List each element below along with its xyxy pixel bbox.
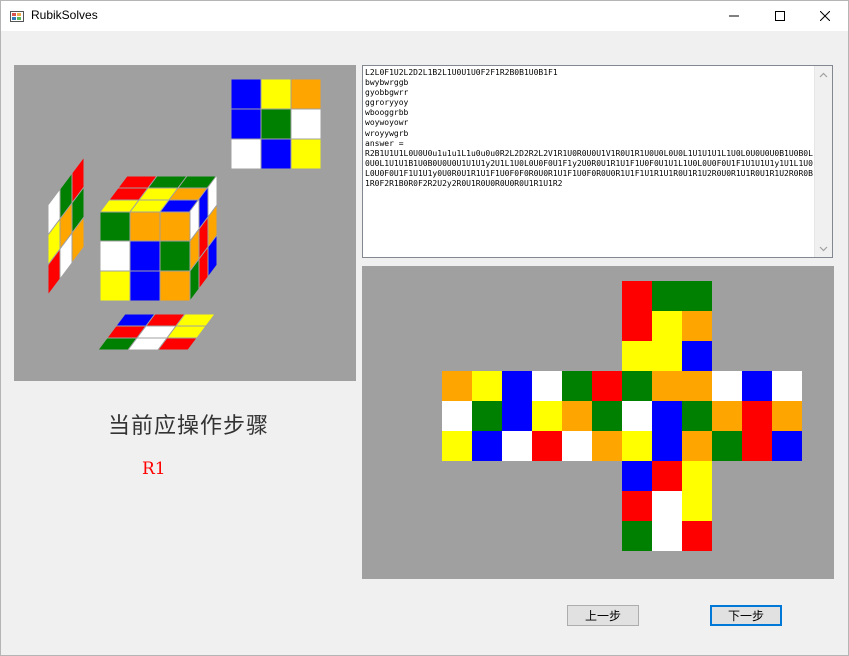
solution-output-textbox[interactable]: L2L0F1U2L2D2L1B2L1U0U1U0F2F1R2B0B1U0B1F1…	[362, 65, 833, 258]
net-right-cell-2	[682, 371, 712, 401]
maximize-icon	[775, 11, 785, 21]
cube-back-cell-2	[290, 78, 322, 110]
net-up-cell-1	[652, 281, 682, 311]
net-right-cell-4	[652, 401, 682, 431]
cube-back-cell-0	[230, 78, 262, 110]
net-front-cell-0	[532, 371, 562, 401]
cube-3d-view	[14, 65, 356, 381]
prev-step-button[interactable]: 上一步	[567, 605, 639, 626]
net-front-cell-5	[592, 401, 622, 431]
cube-front-cell-4	[129, 240, 161, 272]
net-down-cell-5	[682, 491, 712, 521]
net-left-cell-0	[442, 371, 472, 401]
app-icon	[10, 11, 24, 22]
scroll-up-button[interactable]	[815, 66, 832, 83]
net-right-cell-3	[622, 401, 652, 431]
net-down-cell-1	[652, 461, 682, 491]
title-bar: RubikSolves	[1, 1, 848, 31]
chevron-up-icon	[819, 72, 828, 77]
net-left-cell-5	[502, 401, 532, 431]
net-front-cell-4	[562, 401, 592, 431]
net-right-cell-7	[652, 431, 682, 461]
net-back-cell-4	[742, 401, 772, 431]
net-up-cell-6	[622, 341, 652, 371]
net-up-cell-2	[682, 281, 712, 311]
net-front-cell-8	[592, 431, 622, 461]
current-step-move: R1	[142, 459, 166, 479]
net-front-cell-6	[532, 431, 562, 461]
net-front-cell-2	[592, 371, 622, 401]
net-up-cell-5	[682, 311, 712, 341]
cube-net-view	[362, 266, 834, 579]
cube-back-cell-5	[290, 108, 322, 140]
net-left-cell-7	[472, 431, 502, 461]
minimize-button[interactable]	[711, 1, 757, 31]
net-right-cell-1	[652, 371, 682, 401]
net-right-cell-5	[682, 401, 712, 431]
app-window: RubikSolves L2L0F1U2L2D2L1B2L1U0U1U0F2F1…	[0, 0, 849, 656]
net-up-cell-3	[622, 311, 652, 341]
net-down-cell-2	[682, 461, 712, 491]
next-step-button[interactable]: 下一步	[710, 605, 782, 626]
net-left-cell-6	[442, 431, 472, 461]
net-back-cell-3	[712, 401, 742, 431]
cube-front-cell-8	[159, 270, 191, 302]
cube-front-cell-0	[99, 210, 131, 242]
minimize-icon	[729, 15, 739, 17]
net-left-cell-1	[472, 371, 502, 401]
net-up-cell-8	[682, 341, 712, 371]
net-left-cell-2	[502, 371, 532, 401]
net-right-cell-0	[622, 371, 652, 401]
close-button[interactable]	[802, 1, 848, 31]
net-down-cell-8	[682, 521, 712, 551]
net-front-cell-7	[562, 431, 592, 461]
net-back-cell-0	[712, 371, 742, 401]
cube-front-cell-6	[99, 270, 131, 302]
net-back-cell-8	[772, 431, 802, 461]
scroll-down-button[interactable]	[815, 240, 832, 257]
cube-back-cell-8	[290, 138, 322, 170]
textbox-scrollbar[interactable]	[814, 66, 832, 257]
net-right-cell-6	[622, 431, 652, 461]
net-left-cell-3	[442, 401, 472, 431]
cube-front-cell-3	[99, 240, 131, 272]
window-title: RubikSolves	[31, 8, 98, 22]
net-up-cell-0	[622, 281, 652, 311]
chevron-down-icon	[819, 246, 828, 251]
net-left-cell-4	[472, 401, 502, 431]
cube-front-cell-5	[159, 240, 191, 272]
cube-front-cell-2	[159, 210, 191, 242]
net-down-cell-6	[622, 521, 652, 551]
cube-back-cell-6	[230, 138, 262, 170]
cube-front-cell-1	[129, 210, 161, 242]
net-back-cell-2	[772, 371, 802, 401]
net-right-cell-8	[682, 431, 712, 461]
net-up-cell-7	[652, 341, 682, 371]
net-front-cell-3	[532, 401, 562, 431]
net-back-cell-7	[742, 431, 772, 461]
current-step-label: 当前应操作步骤	[108, 414, 270, 439]
net-up-cell-4	[652, 311, 682, 341]
net-down-cell-3	[622, 491, 652, 521]
net-back-cell-6	[712, 431, 742, 461]
solution-output-text: L2L0F1U2L2D2L1B2L1U0U1U0F2F1R2B0B1U0B1F1…	[365, 68, 813, 189]
net-down-cell-0	[622, 461, 652, 491]
net-front-cell-1	[562, 371, 592, 401]
close-icon	[820, 11, 830, 21]
net-down-cell-7	[652, 521, 682, 551]
cube-back-cell-1	[260, 78, 292, 110]
cube-back-cell-3	[230, 108, 262, 140]
cube-back-cell-7	[260, 138, 292, 170]
cube-3d-canvas	[47, 78, 322, 351]
cube-back-cell-4	[260, 108, 292, 140]
net-down-cell-4	[652, 491, 682, 521]
net-back-cell-5	[772, 401, 802, 431]
maximize-button[interactable]	[757, 1, 803, 31]
net-left-cell-8	[502, 431, 532, 461]
net-back-cell-1	[742, 371, 772, 401]
cube-front-cell-7	[129, 270, 161, 302]
